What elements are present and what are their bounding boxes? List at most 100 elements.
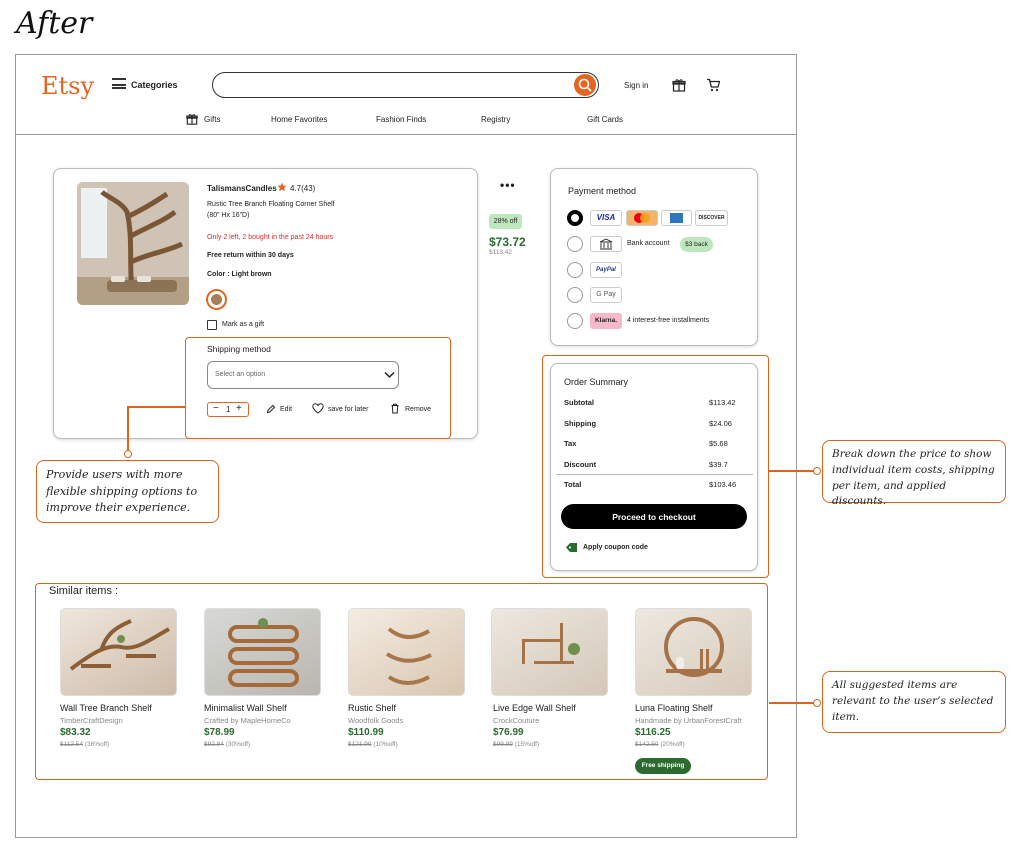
summary-value-shipping: $24.06 xyxy=(709,419,732,428)
similar-item-name[interactable]: Minimalist Wall Shelf xyxy=(204,703,287,713)
gift-checkbox[interactable] xyxy=(207,320,217,330)
star-icon xyxy=(277,182,287,192)
more-options-icon[interactable]: ••• xyxy=(500,178,516,192)
similar-item-was: $92.84 (30%off) xyxy=(204,741,250,748)
color-label: Color : Light brown xyxy=(207,271,272,278)
rustic-shelf-illustration xyxy=(385,627,432,685)
similar-item-price: $78.99 xyxy=(204,727,235,738)
nav-home-favorites[interactable]: Home Favorites xyxy=(271,115,327,124)
similar-item-image[interactable] xyxy=(491,608,608,696)
apply-coupon-link[interactable]: Apply coupon code xyxy=(583,544,648,551)
payment-radio-bank[interactable] xyxy=(567,236,583,252)
similar-item-seller: CrockCouture xyxy=(493,716,540,725)
nav-gift-cards[interactable]: Gift Cards xyxy=(587,115,623,124)
gift-icon[interactable] xyxy=(672,78,686,92)
decrease-button[interactable]: − xyxy=(213,403,219,414)
cart-icon[interactable] xyxy=(706,78,721,92)
klarna-logo: Klarna. xyxy=(590,313,622,329)
similar-item-image[interactable] xyxy=(348,608,465,696)
similar-item-name[interactable]: Wall Tree Branch Shelf xyxy=(60,703,152,713)
similar-item-image[interactable] xyxy=(60,608,177,696)
connector-line xyxy=(769,470,814,472)
summary-value-total: $103.46 xyxy=(709,480,737,489)
similar-item-was: $121.99 (10%off) xyxy=(348,741,398,748)
similar-callout: All suggested items are relevant to the … xyxy=(822,671,1006,733)
product-image[interactable] xyxy=(77,182,189,305)
heart-icon[interactable] xyxy=(312,403,324,414)
search-button[interactable] xyxy=(574,74,596,96)
similar-item-original-price: $99.99 xyxy=(493,741,513,748)
summary-label-shipping: Shipping xyxy=(564,419,597,428)
edit-button[interactable]: Edit xyxy=(280,406,292,413)
checkout-button[interactable]: Proceed to checkout xyxy=(561,504,747,529)
similar-item-was: $112.54 (36%off) xyxy=(60,741,109,748)
similar-item-name[interactable]: Live Edge Wall Shelf xyxy=(493,703,576,713)
shipping-callout: Provide users with more flexible shippin… xyxy=(36,460,219,523)
sign-in-link[interactable]: Sign in xyxy=(624,81,648,90)
similar-item-price: $76.99 xyxy=(493,727,524,738)
summary-label-discount: Discount xyxy=(564,460,597,469)
shipping-select[interactable]: Select an option xyxy=(207,361,399,389)
edit-icon[interactable] xyxy=(266,404,276,414)
increase-button[interactable]: + xyxy=(236,403,242,414)
similar-item-name[interactable]: Luna Floating Shelf xyxy=(635,703,713,713)
summary-label-subtotal: Subtotal xyxy=(564,398,594,407)
similar-item-discount: (30%off) xyxy=(225,741,251,748)
product-dimensions: (80” Hx 16”D) xyxy=(207,212,250,219)
payment-radio-paypal[interactable] xyxy=(567,262,583,278)
etsy-logo[interactable]: Etsy xyxy=(41,72,94,100)
shop-name[interactable]: TalismansCandles xyxy=(207,184,277,193)
color-swatch-light-brown[interactable] xyxy=(206,289,227,310)
klarna-note: 4 interest-free installments xyxy=(627,317,710,324)
similar-item-was: $99.99 (15%off) xyxy=(493,741,539,748)
header-divider xyxy=(16,134,796,135)
connector-dot xyxy=(124,450,132,458)
similar-items-heading: Similar items : xyxy=(49,585,119,597)
similar-item-price: $83.32 xyxy=(60,727,91,738)
luna-shelf-illustration xyxy=(664,617,724,677)
coupon-tag-icon xyxy=(566,543,577,552)
bank-label: Bank account xyxy=(627,240,670,247)
connector-dot xyxy=(813,467,821,475)
mastercard-icon xyxy=(634,213,650,223)
branch-shelf-illustration xyxy=(69,619,170,671)
similar-item-image[interactable] xyxy=(635,608,752,696)
shipping-title: Shipping method xyxy=(207,344,271,354)
trash-icon[interactable] xyxy=(390,403,400,414)
paypal-logo: PayPal xyxy=(590,262,622,278)
summary-value-tax: $5.68 xyxy=(709,439,728,448)
remove-button[interactable]: Remove xyxy=(405,406,431,413)
similar-item-price: $110.99 xyxy=(348,727,384,738)
save-for-later-button[interactable]: save for later xyxy=(328,406,368,413)
summary-label-tax: Tax xyxy=(564,439,577,448)
nav-registry[interactable]: Registry xyxy=(481,115,510,124)
categories-button[interactable]: Categories xyxy=(131,80,178,90)
similar-item-seller: TimberCraftDesign xyxy=(60,716,123,725)
summary-divider xyxy=(556,474,753,475)
similar-item-was: $142.50 (20%off) xyxy=(635,741,685,748)
payment-radio-gpay[interactable] xyxy=(567,287,583,303)
similar-item-seller: Crafted by MapleHomeCo xyxy=(204,716,291,725)
similar-item-discount: (36%off) xyxy=(84,741,110,748)
stock-note: Only 2 left, 2 bought in the past 24 hou… xyxy=(207,234,334,241)
search-input[interactable] xyxy=(212,72,599,98)
quantity-stepper[interactable]: − 1 + xyxy=(207,402,249,417)
nav-gifts[interactable]: Gifts xyxy=(204,115,220,124)
connector-line xyxy=(127,406,185,408)
connector-dot xyxy=(813,699,821,707)
connector-line xyxy=(769,702,814,704)
similar-item-original-price: $142.50 xyxy=(635,741,659,748)
product-title[interactable]: Rustic Tree Branch Floating Corner Shelf xyxy=(207,201,335,208)
summary-label-total: Total xyxy=(564,480,582,489)
quantity-value: 1 xyxy=(226,405,231,414)
amex-logo xyxy=(661,210,692,226)
chevron-down-icon xyxy=(384,371,395,379)
menu-icon[interactable] xyxy=(112,78,126,89)
bank-icon xyxy=(599,238,613,250)
nav-fashion-finds[interactable]: Fashion Finds xyxy=(376,115,426,124)
similar-item-image[interactable] xyxy=(204,608,321,696)
similar-item-name[interactable]: Rustic Shelf xyxy=(348,703,396,713)
payment-radio-klarna[interactable] xyxy=(567,313,583,329)
summary-value-subtotal: $113.42 xyxy=(709,398,736,407)
payment-radio-card[interactable] xyxy=(567,210,583,226)
